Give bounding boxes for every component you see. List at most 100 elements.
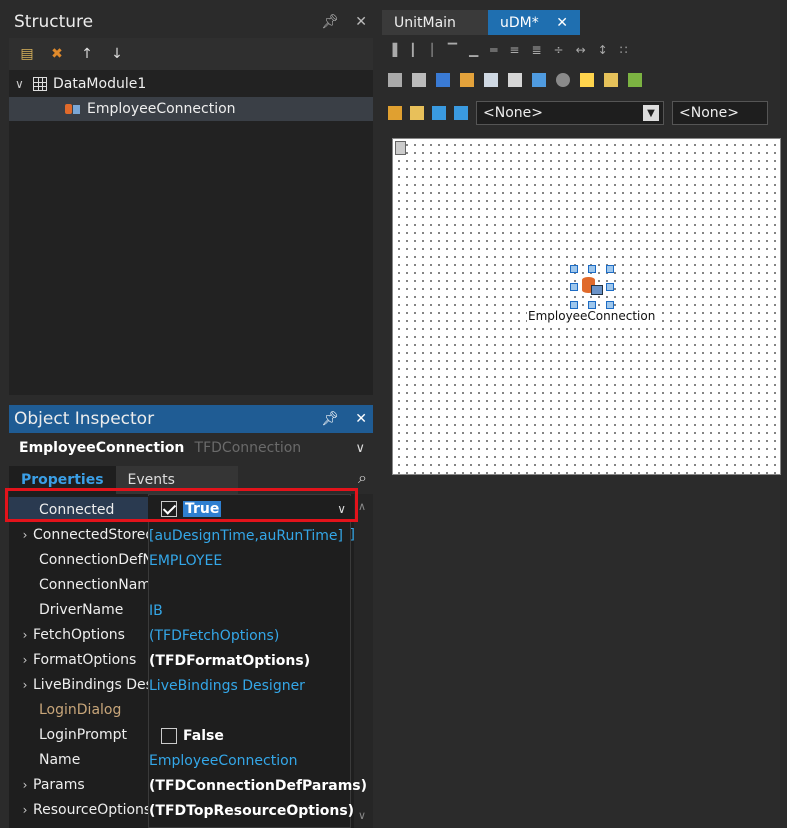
combo-toolbar: <None> ▼ <None> [382, 100, 787, 126]
property-name: LoginDialog [39, 701, 122, 718]
member-combo[interactable]: <None> [672, 101, 768, 125]
creation-order-icon[interactable] [556, 73, 570, 87]
tree-view-icon[interactable] [388, 106, 402, 120]
employee-connection-component[interactable] [570, 265, 614, 309]
selection-handle[interactable] [570, 283, 578, 291]
impl-icon[interactable] [454, 106, 468, 120]
component-toolbar [382, 66, 787, 94]
close-icon[interactable]: ✕ [355, 411, 367, 427]
selection-handle[interactable] [606, 265, 614, 273]
tree-node-employeeconnection[interactable]: EmployeeConnection [9, 97, 373, 121]
property-name: FetchOptions [33, 626, 125, 643]
dropdown-value: (TFDConnectionDefParams) [149, 773, 367, 798]
align-toolbar: ▐ ┃ │ ▔ ▁ ═ ≡ ≣ ÷ ↔ ↕ ∷ [382, 38, 787, 62]
table-icon[interactable] [484, 73, 498, 87]
align-left-icon[interactable]: ▐ [388, 43, 397, 57]
selection-handle[interactable] [570, 301, 578, 309]
selection-handle[interactable] [570, 265, 578, 273]
property-name: ConnectionName [39, 576, 148, 593]
grid-icon[interactable] [460, 73, 474, 87]
structure-title-bar: Structure 📌︎ ✕ [9, 8, 373, 36]
value-resourceoptions: (TFDTopResourceOptions) [149, 802, 355, 819]
structure-tree: ∨ DataModule1 EmployeeConnection [9, 70, 373, 395]
chevron-right-icon[interactable]: › [17, 778, 33, 792]
selection-handle[interactable] [606, 301, 614, 309]
value-connectiondefname: EMPLOYEE [149, 552, 223, 569]
tree-node-datamodule[interactable]: ∨ DataModule1 [15, 72, 373, 96]
center-window-icon[interactable]: ÷ [554, 43, 564, 57]
dropdown-value: EmployeeConnection [149, 748, 349, 773]
folder-icon[interactable] [410, 106, 424, 120]
datamodule-icon [33, 77, 47, 91]
chevron-right-icon[interactable]: › [17, 803, 33, 817]
selection-handle[interactable] [588, 265, 596, 273]
align-middle-icon[interactable]: ═ [490, 43, 497, 57]
chevron-down-icon[interactable]: ∨ [355, 441, 365, 456]
tab-order-icon[interactable] [532, 73, 546, 87]
value-loginprompt: False [183, 727, 224, 744]
dropdown-value: (TFDTopResourceOptions) [149, 798, 355, 823]
send-back-icon[interactable] [436, 73, 450, 87]
close-icon[interactable]: ✕ [556, 15, 568, 31]
component-selector[interactable]: EmployeeConnection TFDConnection ∨ [9, 433, 373, 463]
copy-icon[interactable] [508, 73, 522, 87]
lock-icon[interactable] [604, 73, 618, 87]
class-combo[interactable]: <None> ▼ [476, 101, 664, 125]
loginprompt-checkbox-row[interactable]: False [149, 723, 349, 748]
form-designer-surface[interactable]: EmployeeConnection [392, 138, 781, 475]
selection-handle[interactable] [588, 301, 596, 309]
pin-icon[interactable]: 📌︎ [321, 14, 339, 30]
object-inspector-title: Object Inspector [14, 409, 155, 429]
space-vertical-icon[interactable]: ≣ [531, 43, 541, 57]
value-drivername: IB [149, 602, 163, 619]
component-name: EmployeeConnection [19, 440, 185, 456]
space-equally-icon[interactable]: ≡ [509, 43, 519, 57]
bring-front-icon[interactable] [412, 73, 426, 87]
chevron-right-icon[interactable]: › [17, 653, 33, 667]
chevron-down-icon[interactable]: ∨ [15, 77, 27, 91]
property-name: LoginPrompt [39, 726, 127, 743]
component-type: TFDConnection [194, 440, 302, 456]
property-name: DriverName [39, 601, 124, 618]
database-connection-icon [582, 275, 604, 297]
tab-udm[interactable]: uDM* ✕ [488, 10, 580, 35]
hide-components-icon[interactable] [580, 73, 594, 87]
align-bottom-icon[interactable]: ▁ [469, 43, 478, 57]
search-icon[interactable]: ⌕ [358, 468, 373, 494]
move-up-icon[interactable]: ↑ [77, 46, 97, 62]
size-height-icon[interactable]: ↕ [598, 43, 608, 57]
grid-align-icon[interactable]: ∷ [620, 43, 628, 57]
selection-handle[interactable] [606, 283, 614, 291]
align-top-icon[interactable]: ▔ [448, 43, 457, 57]
delete-icon[interactable]: ✖ [47, 46, 67, 62]
property-name: Name [39, 751, 81, 768]
intf-icon[interactable] [432, 106, 446, 120]
dropdown-value: (TFDFormatOptions) [149, 648, 349, 673]
align-to-grid-icon[interactable] [388, 73, 402, 87]
pin-icon[interactable]: 📌︎ [321, 411, 339, 427]
scroll-down-icon[interactable]: ∨ [358, 809, 366, 822]
align-center-icon[interactable]: ┃ [409, 43, 416, 57]
checkbox-unchecked[interactable] [161, 727, 177, 744]
align-right-icon[interactable]: │ [428, 43, 435, 57]
property-name: ResourceOptions [33, 801, 148, 818]
combo-value: <None> [483, 105, 543, 121]
module-tag-icon [395, 141, 406, 155]
dropdown-value: IB [149, 598, 349, 623]
structure-title: Structure [14, 12, 94, 32]
wand-icon[interactable] [628, 73, 642, 87]
dropdown-value: [auDesignTime,auRunTime] [149, 523, 349, 548]
value-fetchoptions: (TFDFetchOptions) [149, 627, 280, 644]
size-width-icon[interactable]: ↔ [576, 43, 586, 57]
scroll-up-icon[interactable]: ∧ [358, 500, 366, 513]
boolean-dropdown-list: [auDesignTime,auRunTime] EMPLOYEE IB (TF… [148, 494, 367, 828]
close-icon[interactable]: ✕ [355, 14, 367, 30]
chevron-right-icon[interactable]: › [17, 628, 33, 642]
chevron-right-icon[interactable]: › [17, 528, 33, 542]
chevron-right-icon[interactable]: › [17, 678, 33, 692]
chevron-down-icon[interactable]: ▼ [643, 105, 659, 121]
tab-unitmain[interactable]: UnitMain [382, 10, 488, 35]
property-name: FormatOptions [33, 651, 137, 668]
move-down-icon[interactable]: ↓ [107, 46, 127, 62]
open-folder-icon[interactable]: ▤ [17, 46, 37, 62]
